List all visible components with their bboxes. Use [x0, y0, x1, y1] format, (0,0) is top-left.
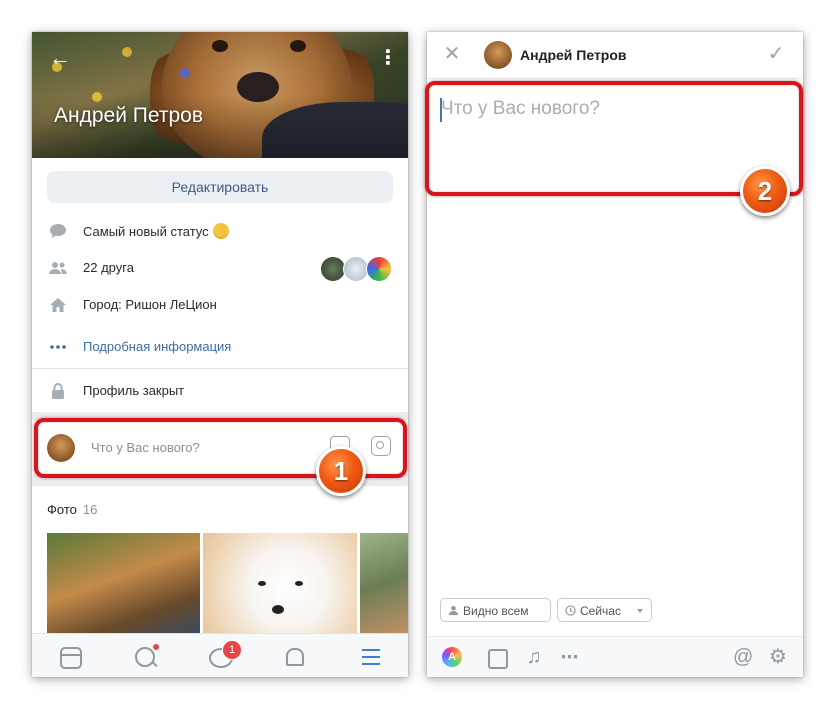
details-link[interactable]: Подробная информация — [83, 339, 231, 354]
more-horizontal-icon[interactable]: ⋯ — [560, 647, 580, 667]
city-row: Город: Ришон ЛеЦион — [32, 287, 408, 323]
profile-closed-row: Профиль закрыт — [32, 373, 408, 409]
messages-badge: 1 — [222, 640, 242, 660]
bottom-tab-bar — [32, 633, 408, 677]
photos-title: Фото — [47, 502, 77, 517]
lock-icon — [52, 383, 64, 399]
people-icon — [49, 262, 67, 274]
tab-menu-icon[interactable] — [362, 649, 380, 665]
time-chip[interactable]: Сейчас — [557, 598, 652, 622]
photo-thumbnail[interactable] — [47, 533, 200, 633]
back-arrow-icon[interactable]: ← — [46, 44, 74, 72]
smile-emoji-icon — [212, 223, 229, 239]
check-icon[interactable]: ✓ — [765, 43, 787, 65]
photo-icon[interactable] — [488, 649, 508, 669]
tab-search-icon[interactable] — [135, 647, 155, 667]
step-number-2: 2 — [740, 166, 790, 216]
tab-notifications-icon[interactable] — [286, 648, 304, 666]
tab-news-icon[interactable] — [60, 647, 82, 669]
close-icon[interactable]: ✕ — [441, 43, 463, 65]
friends-count: 22 друга — [83, 260, 134, 275]
step-number-1: 1 — [316, 446, 366, 496]
home-icon — [50, 298, 66, 312]
chevron-down-icon — [637, 609, 643, 613]
avatar — [484, 41, 512, 69]
profile-closed-text: Профиль закрыт — [83, 383, 185, 398]
edit-profile-button[interactable]: Редактировать — [47, 171, 393, 203]
music-icon[interactable]: ♫ — [524, 647, 544, 667]
profile-cover-photo[interactable] — [32, 32, 408, 158]
city-text: Город: Ришон ЛеЦион — [83, 297, 217, 312]
photos-count: 16 — [82, 502, 98, 517]
person-icon — [448, 605, 459, 616]
poster-icon[interactable]: A — [442, 647, 462, 667]
profile-name: Андрей Петров — [54, 104, 203, 127]
dots-icon — [50, 345, 66, 349]
status-row[interactable]: Самый новый статус — [32, 213, 408, 249]
visibility-chip[interactable]: Видно всем — [440, 598, 551, 622]
clock-icon — [565, 605, 576, 616]
time-label: Сейчас — [580, 604, 621, 618]
visibility-label: Видно всем — [463, 604, 529, 618]
notification-dot — [153, 644, 159, 650]
post-toolbar: A ♫ ⋯ @ ⚙ — [427, 636, 803, 677]
profile-screen: ← ⋮ Андрей Петров Редактировать Самый но… — [32, 32, 408, 677]
more-vertical-icon[interactable]: ⋮ — [378, 44, 398, 72]
gear-icon[interactable]: ⚙ — [768, 647, 788, 667]
post-header: ✕ Андрей Петров ✓ — [427, 32, 803, 79]
divider — [32, 368, 408, 369]
details-row[interactable]: Подробная информация — [32, 329, 408, 365]
photo-thumbnail[interactable] — [360, 533, 408, 633]
friend-avatar — [366, 256, 392, 282]
speech-bubble-icon — [50, 224, 66, 238]
post-author-name: Андрей Петров — [520, 47, 627, 63]
friend-avatars[interactable] — [320, 256, 394, 282]
photo-thumbnail[interactable] — [203, 533, 357, 633]
mention-icon[interactable]: @ — [733, 647, 753, 667]
status-text: Самый новый статус — [83, 224, 209, 239]
photos-header[interactable]: Фото 16 — [47, 502, 97, 517]
